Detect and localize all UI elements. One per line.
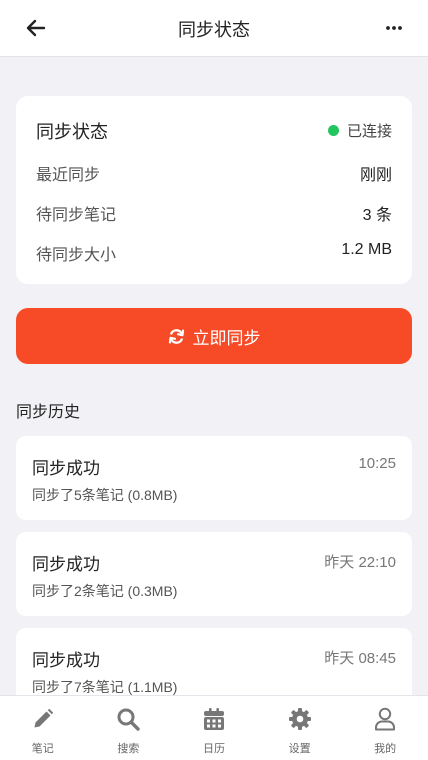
tab-settings-label: 设置 [288, 743, 311, 755]
connection-status: 已连接 [327, 120, 392, 141]
tab-profile[interactable]: 我的 [342, 696, 428, 760]
tab-settings[interactable]: 设置 [257, 696, 343, 760]
tab-notes-label: 笔记 [31, 743, 54, 755]
pending-notes-label: 待同步笔记 [36, 207, 117, 224]
tab-notes[interactable]: 笔记 [0, 696, 86, 760]
history-item-desc: 同步了2条笔记 (0.3MB) [32, 583, 178, 599]
connected-dot-icon [327, 125, 339, 136]
connection-label: 已连接 [346, 123, 392, 140]
user-icon [374, 706, 396, 732]
refresh-icon [168, 328, 185, 345]
sync-now-label: 立即同步 [192, 328, 261, 348]
last-sync-label: 最近同步 [36, 167, 101, 184]
pending-size-label: 待同步大小 [36, 247, 117, 264]
history-item-title: 同步成功 [32, 651, 100, 670]
search-icon [116, 706, 141, 732]
tab-calendar[interactable]: 日历 [171, 696, 257, 760]
history-item-desc: 同步了5条笔记 (0.8MB) [32, 487, 178, 503]
history-item[interactable]: 同步成功 10:25 同步了5条笔记 (0.8MB) [16, 436, 412, 520]
sync-status-card: 同步状态 已连接 最近同步 刚刚 待同步笔记 3 条 待同步大小 1.2 MB [16, 96, 412, 284]
history-item-desc: 同步了7条笔记 (1.1MB) [32, 679, 178, 695]
content-area[interactable]: 同步状态 已连接 最近同步 刚刚 待同步笔记 3 条 待同步大小 1.2 MB … [0, 57, 428, 695]
pending-size-value: 1.2 MB [341, 241, 392, 258]
history-item-title: 同步成功 [32, 459, 100, 478]
status-card-title: 同步状态 [36, 122, 108, 142]
gear-icon [288, 706, 312, 732]
pending-notes-value: 3 条 [362, 207, 392, 224]
history-item[interactable]: 同步成功 昨天 22:10 同步了2条笔记 (0.3MB) [16, 532, 412, 616]
page-title: 同步状态 [178, 20, 250, 40]
bottom-tab-bar: 笔记 搜索 日历 设置 我的 [0, 695, 428, 760]
history-item-title: 同步成功 [32, 555, 100, 574]
history-item-time: 昨天 22:10 [324, 554, 396, 571]
sync-history-title: 同步历史 [16, 404, 81, 421]
tab-search-label: 搜索 [117, 743, 140, 755]
history-item-time: 昨天 08:45 [324, 650, 396, 667]
tab-calendar-label: 日历 [202, 743, 225, 755]
tab-profile-label: 我的 [374, 743, 397, 755]
more-icon [386, 26, 402, 30]
sync-now-button[interactable]: 立即同步 [16, 308, 412, 364]
pencil-icon [32, 706, 54, 732]
history-item-time: 10:25 [358, 455, 396, 472]
history-item[interactable]: 同步成功 昨天 08:45 同步了7条笔记 (1.1MB) [16, 628, 412, 695]
tab-search[interactable]: 搜索 [86, 696, 172, 760]
calendar-icon [203, 706, 225, 732]
more-button[interactable] [380, 14, 408, 42]
app-header: 同步状态 [0, 0, 428, 57]
last-sync-value: 刚刚 [359, 167, 392, 184]
